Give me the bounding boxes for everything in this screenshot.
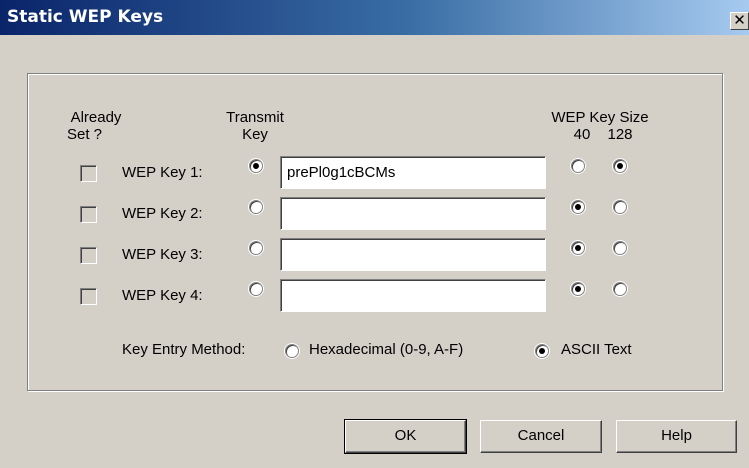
wep-key-1-input[interactable]: prePl0g1cBCMs <box>280 156 546 189</box>
wep-key-4-label: WEP Key 4: <box>122 287 203 304</box>
wep-key-2-input[interactable] <box>280 197 546 230</box>
hexadecimal-label: Hexadecimal (0-9, A-F) <box>309 341 464 358</box>
key-4-size-40-radio[interactable] <box>571 282 585 296</box>
close-button[interactable]: ✕ <box>730 12 749 30</box>
key-3-size-40-radio[interactable] <box>571 241 585 255</box>
help-button[interactable]: Help <box>616 420 737 453</box>
wep-key-3-input[interactable] <box>280 238 546 271</box>
transmit-key-radio-1[interactable] <box>249 159 263 173</box>
key-3-size-128-radio[interactable] <box>613 241 627 255</box>
key-size-40-header: 40 <box>573 126 591 143</box>
ascii-text-radio[interactable] <box>535 344 549 358</box>
already-set-checkbox-2[interactable] <box>80 206 97 223</box>
key-2-size-40-radio[interactable] <box>571 200 585 214</box>
key-size-128-header: 128 <box>607 126 633 143</box>
transmit-key-radio-4[interactable] <box>249 282 263 296</box>
transmit-key-radio-3[interactable] <box>249 241 263 255</box>
transmit-key-header-line1: Transmit <box>226 109 284 126</box>
key-1-size-40-radio[interactable] <box>571 159 585 173</box>
wep-key-3-label: WEP Key 3: <box>122 246 203 263</box>
ascii-text-label: ASCII Text <box>561 341 632 358</box>
transmit-key-radio-2[interactable] <box>249 200 263 214</box>
window-title: Static WEP Keys <box>7 7 164 27</box>
key-1-size-128-radio[interactable] <box>613 159 627 173</box>
already-set-header-line2: Set ? <box>67 126 103 143</box>
key-4-size-128-radio[interactable] <box>613 282 627 296</box>
ok-button[interactable]: OK <box>344 419 467 454</box>
wep-key-2-label: WEP Key 2: <box>122 205 203 222</box>
already-set-checkbox-3[interactable] <box>80 247 97 264</box>
wep-key-4-input[interactable] <box>280 279 546 312</box>
wep-key-size-header: WEP Key Size <box>551 109 649 126</box>
transmit-key-header-line2: Key <box>242 126 268 143</box>
key-2-size-128-radio[interactable] <box>613 200 627 214</box>
key-entry-method-label: Key Entry Method: <box>122 341 246 358</box>
hexadecimal-radio[interactable] <box>285 344 299 358</box>
already-set-header-line1: Already <box>70 109 122 126</box>
already-set-checkbox-4[interactable] <box>80 288 97 305</box>
wep-key-1-label: WEP Key 1: <box>122 164 203 181</box>
cancel-button[interactable]: Cancel <box>480 420 602 453</box>
already-set-checkbox-1[interactable] <box>80 165 97 182</box>
